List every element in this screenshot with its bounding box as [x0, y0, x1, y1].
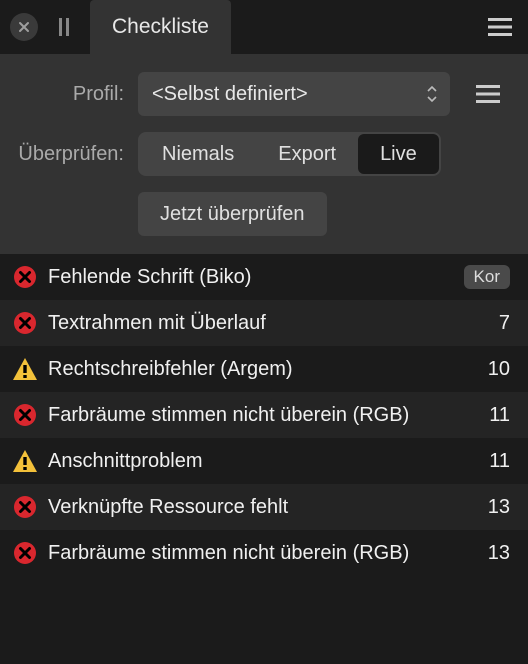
issues-list: Fehlende Schrift (Biko)KorTextrahmen mit… [0, 254, 528, 664]
issue-count: 13 [482, 496, 510, 519]
close-button[interactable] [10, 13, 38, 41]
issue-row[interactable]: Anschnittproblem11 [0, 438, 528, 484]
issue-label: Textrahmen mit Überlauf [40, 311, 482, 336]
issue-count: 11 [482, 404, 510, 427]
error-icon [10, 495, 40, 519]
seg-never[interactable]: Niemals [140, 134, 256, 174]
issue-label: Rechtschreibfehler (Argem) [40, 357, 482, 382]
tab-label: Checkliste [112, 15, 209, 39]
controls-area: Profil: <Selbst definiert> Überprüfen: N… [0, 54, 528, 254]
error-icon [10, 403, 40, 427]
issue-row[interactable]: Rechtschreibfehler (Argem)10 [0, 346, 528, 392]
warning-icon [10, 357, 40, 381]
seg-live[interactable]: Live [358, 134, 439, 174]
profile-label: Profil: [10, 83, 138, 106]
issue-label: Farbräume stimmen nicht überein (RGB) [40, 403, 482, 428]
dock-icon [57, 17, 71, 37]
close-icon [18, 21, 30, 33]
preflight-panel: Checkliste Profil: <Selbst definiert> Üb… [0, 0, 528, 664]
hamburger-icon [488, 17, 512, 37]
error-icon [10, 311, 40, 335]
issue-row[interactable]: Fehlende Schrift (Biko)Kor [0, 254, 528, 300]
issue-count: 10 [482, 358, 510, 381]
issue-count: 11 [482, 450, 510, 473]
issue-row[interactable]: Farbräume stimmen nicht überein (RGB)13 [0, 530, 528, 576]
profile-value: <Selbst definiert> [152, 83, 308, 106]
profile-select[interactable]: <Selbst definiert> [138, 72, 450, 116]
error-icon [10, 265, 40, 289]
issue-row[interactable]: Farbräume stimmen nicht überein (RGB)11 [0, 392, 528, 438]
titlebar: Checkliste [0, 0, 528, 54]
error-icon [10, 541, 40, 565]
warning-icon [10, 449, 40, 473]
dock-button[interactable] [52, 15, 76, 39]
check-now-button[interactable]: Jetzt überprüfen [138, 192, 327, 236]
panel-menu-button[interactable] [482, 9, 518, 45]
issue-count: 13 [482, 542, 510, 565]
issue-badge[interactable]: Kor [464, 265, 510, 289]
updown-icon [426, 84, 438, 104]
issue-label: Farbräume stimmen nicht überein (RGB) [40, 541, 482, 566]
seg-export[interactable]: Export [256, 134, 358, 174]
issue-label: Verknüpfte Ressource fehlt [40, 495, 482, 520]
issue-count: 7 [482, 312, 510, 335]
issue-row[interactable]: Verknüpfte Ressource fehlt13 [0, 484, 528, 530]
check-label: Überprüfen: [10, 143, 138, 166]
issue-label: Fehlende Schrift (Biko) [40, 265, 464, 290]
profile-menu-button[interactable] [466, 72, 510, 116]
issue-label: Anschnittproblem [40, 449, 482, 474]
tab-checklist[interactable]: Checkliste [90, 0, 231, 54]
check-mode-segment: Niemals Export Live [138, 132, 441, 176]
hamburger-icon [476, 84, 500, 104]
issue-row[interactable]: Textrahmen mit Überlauf7 [0, 300, 528, 346]
